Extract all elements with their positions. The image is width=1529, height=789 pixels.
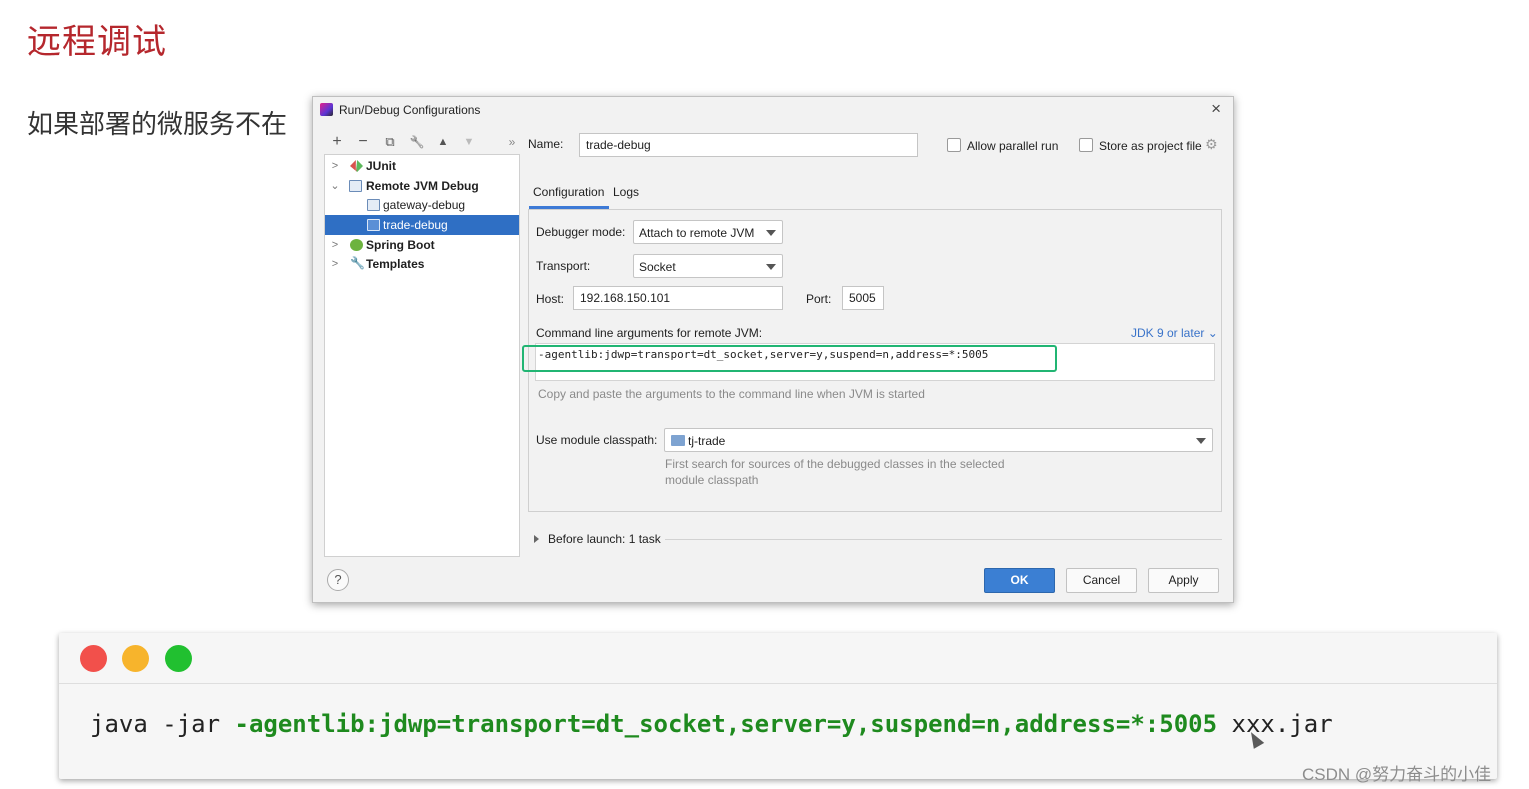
edit-wrench-icon[interactable]: 🔧 bbox=[407, 132, 427, 152]
ok-button[interactable]: OK bbox=[984, 568, 1055, 593]
allow-parallel-checkbox[interactable] bbox=[947, 138, 961, 152]
module-hint-line-1: First search for sources of the debugged… bbox=[665, 457, 1005, 471]
store-project-label: Store as project file bbox=[1099, 139, 1202, 153]
add-icon[interactable]: + bbox=[327, 132, 347, 152]
help-icon[interactable]: ? bbox=[327, 569, 349, 591]
close-icon[interactable]: × bbox=[1211, 99, 1221, 119]
dialog-titlebar: Run/Debug Configurations × bbox=[313, 97, 1233, 123]
store-project-checkbox[interactable] bbox=[1079, 138, 1093, 152]
remote-debug-icon bbox=[367, 219, 380, 231]
chevron-right-icon[interactable]: > bbox=[329, 235, 341, 255]
config-toolbar: + − ⧉ 🔧 ▲ ▼ » bbox=[325, 132, 521, 152]
dropdown-arrow-icon bbox=[766, 264, 776, 270]
move-down-icon[interactable]: ▼ bbox=[459, 132, 479, 152]
name-label: Name: bbox=[528, 137, 564, 151]
close-dot-icon[interactable] bbox=[80, 645, 107, 672]
spring-icon bbox=[350, 239, 363, 251]
command-suffix: xxx.jar bbox=[1217, 710, 1333, 738]
tree-item-label: Templates bbox=[366, 257, 425, 271]
intellij-icon bbox=[320, 103, 333, 116]
debugger-mode-select[interactable]: Attach to remote JVM bbox=[633, 220, 783, 244]
module-classpath-label: Use module classpath: bbox=[536, 433, 658, 447]
cmd-args-hint: Copy and paste the arguments to the comm… bbox=[538, 387, 925, 401]
tree-item-label: gateway-debug bbox=[383, 198, 466, 212]
cmd-args-label: Command line arguments for remote JVM: bbox=[536, 326, 763, 340]
jdk-version-link[interactable]: JDK 9 or later ⌄ bbox=[1131, 326, 1218, 340]
cmd-args-highlight bbox=[522, 345, 1057, 372]
config-tree: > JUnit ⌄ Remote JVM Debug gateway-debug… bbox=[324, 154, 520, 557]
slide-text: 如果部署的微服务不在 bbox=[27, 109, 288, 139]
copy-icon[interactable]: ⧉ bbox=[380, 132, 400, 152]
apply-button[interactable]: Apply bbox=[1148, 568, 1219, 593]
host-label: Host: bbox=[536, 292, 565, 306]
tree-item-label: JUnit bbox=[366, 159, 396, 173]
module-folder-icon bbox=[671, 435, 685, 446]
chevron-right-icon[interactable]: > bbox=[329, 156, 341, 176]
tab-configuration[interactable]: Configuration bbox=[533, 185, 604, 199]
dropdown-arrow-icon bbox=[1196, 438, 1206, 444]
transport-select[interactable]: Socket bbox=[633, 254, 783, 278]
divider bbox=[665, 539, 1222, 540]
tab-logs[interactable]: Logs bbox=[613, 185, 639, 199]
transport-label: Transport: bbox=[536, 259, 591, 273]
debugger-mode-value: Attach to remote JVM bbox=[639, 226, 755, 240]
expand-arrow-icon bbox=[534, 535, 539, 543]
tree-item-spring-boot[interactable]: > Spring Boot bbox=[325, 235, 519, 255]
allow-parallel-label: Allow parallel run bbox=[967, 139, 1059, 153]
before-launch-label: Before launch: 1 task bbox=[548, 532, 661, 546]
watermark: CSDN @努力奋斗的小佳 bbox=[1302, 765, 1492, 784]
chevron-down-icon[interactable]: ⌄ bbox=[329, 176, 341, 196]
tree-item-templates[interactable]: > 🔧 Templates bbox=[325, 254, 519, 274]
junit-icon bbox=[350, 160, 363, 172]
name-input[interactable] bbox=[579, 133, 918, 157]
cancel-button[interactable]: Cancel bbox=[1066, 568, 1137, 593]
tree-item-junit[interactable]: > JUnit bbox=[325, 156, 519, 176]
tree-item-gateway-debug[interactable]: gateway-debug bbox=[325, 195, 519, 215]
tree-item-label: trade-debug bbox=[383, 218, 448, 232]
host-input[interactable] bbox=[573, 286, 783, 310]
move-up-icon[interactable]: ▲ bbox=[433, 132, 453, 152]
remote-debug-icon bbox=[349, 180, 362, 192]
tree-item-remote-jvm-debug[interactable]: ⌄ Remote JVM Debug bbox=[325, 176, 519, 196]
chevron-right-icon[interactable]: > bbox=[329, 254, 341, 274]
command-prefix: java -jar bbox=[90, 710, 235, 738]
configuration-panel: Debugger mode: Attach to remote JVM Tran… bbox=[522, 209, 1222, 512]
remote-debug-icon bbox=[367, 199, 380, 211]
run-debug-dialog: Run/Debug Configurations × + − ⧉ 🔧 ▲ ▼ »… bbox=[312, 96, 1234, 603]
dialog-title: Run/Debug Configurations bbox=[339, 103, 481, 117]
terminal-command: java -jar -agentlib:jdwp=transport=dt_so… bbox=[90, 710, 1333, 738]
transport-value: Socket bbox=[639, 260, 676, 274]
maximize-dot-icon[interactable] bbox=[165, 645, 192, 672]
wrench-icon: 🔧 bbox=[350, 256, 365, 270]
tree-item-trade-debug[interactable]: trade-debug bbox=[325, 215, 519, 235]
tree-item-label: Remote JVM Debug bbox=[366, 179, 479, 193]
module-classpath-select[interactable]: tj-trade bbox=[664, 428, 1213, 452]
gear-icon[interactable]: ⚙ bbox=[1205, 137, 1218, 151]
debugger-mode-label: Debugger mode: bbox=[536, 225, 626, 239]
slide-title: 远程调试 bbox=[27, 23, 167, 61]
dropdown-arrow-icon bbox=[766, 230, 776, 236]
module-hint-line-2: module classpath bbox=[665, 473, 759, 487]
command-agent-arg: -agentlib:jdwp=transport=dt_socket,serve… bbox=[234, 710, 1218, 738]
tree-item-label: Spring Boot bbox=[366, 238, 435, 252]
terminal-window: java -jar -agentlib:jdwp=transport=dt_so… bbox=[59, 633, 1497, 779]
terminal-header bbox=[59, 633, 1497, 684]
port-label: Port: bbox=[806, 292, 832, 306]
port-input[interactable] bbox=[842, 286, 884, 310]
minimize-dot-icon[interactable] bbox=[122, 645, 149, 672]
more-icon[interactable]: » bbox=[502, 132, 522, 152]
remove-icon[interactable]: − bbox=[353, 132, 373, 152]
module-classpath-value: tj-trade bbox=[688, 434, 726, 448]
